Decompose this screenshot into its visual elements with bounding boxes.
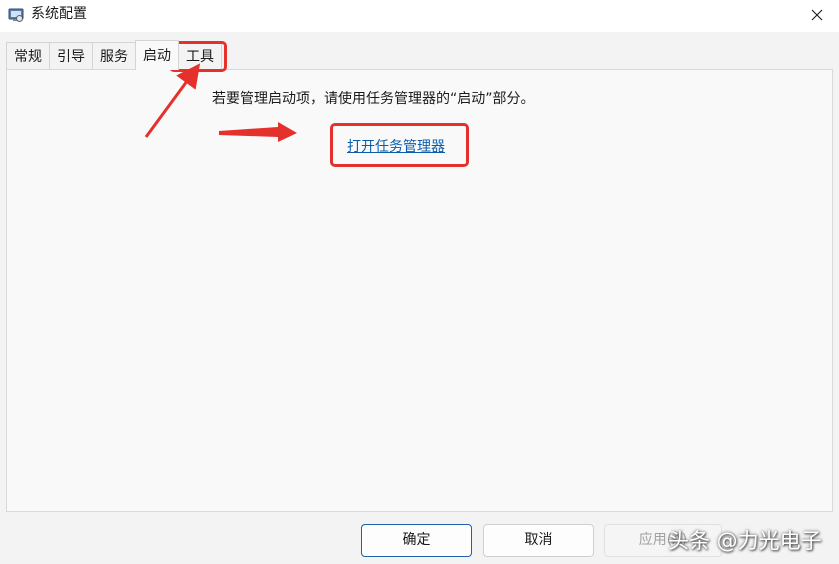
cancel-button[interactable]: 取消 [483,524,594,557]
startup-instruction: 若要管理启动项，请使用任务管理器的“启动”部分。 [212,91,535,107]
watermark: 头条 @力光电子 [668,529,822,553]
title-bar: 系统配置 [0,0,839,32]
tab-services[interactable]: 服务 [92,42,136,70]
tab-startup[interactable]: 启动 [135,40,179,70]
msconfig-window: 系统配置 常规 引导 服务 启动 工具 若要管理启动项，请使用任务管理器的“启动… [0,0,839,564]
ok-button[interactable]: 确定 [361,524,472,557]
window-title: 系统配置 [31,6,87,22]
close-button[interactable] [795,0,839,30]
annotation-box-task-manager-link [330,123,469,167]
msconfig-icon [8,7,24,23]
tab-general[interactable]: 常规 [6,42,50,70]
tab-boot[interactable]: 引导 [49,42,93,70]
close-icon [811,6,823,25]
